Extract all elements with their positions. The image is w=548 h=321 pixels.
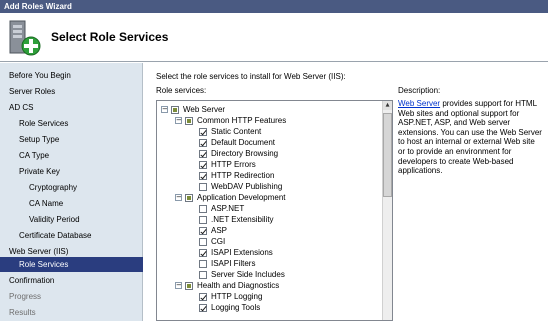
web-server-link[interactable]: Web Server: [398, 99, 440, 108]
nav-confirmation[interactable]: Confirmation: [0, 273, 143, 288]
wizard-header: Select Role Services: [0, 13, 548, 62]
checkbox-logging-tools[interactable]: [199, 303, 207, 312]
up-arrow-icon[interactable]: ▲: [383, 101, 392, 110]
checkbox-cgi[interactable]: [199, 237, 207, 246]
tree-label: Web Server: [183, 105, 226, 114]
scrollbar-thumb[interactable]: [383, 113, 392, 197]
tree-label: Health and Diagnostics: [197, 281, 280, 290]
checkbox-isapi-extensions[interactable]: [199, 248, 207, 257]
nav-adcs-role-services[interactable]: Role Services: [0, 116, 143, 131]
description-body: provides support for HTML Web sites and …: [398, 99, 542, 176]
tree-label: ISAPI Filters: [211, 259, 256, 268]
tree-item-asp[interactable]: ASP: [199, 225, 227, 236]
tree-item-isapi-filters[interactable]: ISAPI Filters: [199, 258, 255, 269]
nav-private-key[interactable]: Private Key: [0, 164, 143, 179]
tree-item-http-redirection[interactable]: HTTP Redirection: [199, 170, 274, 181]
tree-item-isapi-extensions[interactable]: ISAPI Extensions: [199, 247, 273, 258]
nav-ca-name[interactable]: CA Name: [0, 196, 143, 211]
checkbox-http-redirection[interactable]: [199, 171, 207, 180]
checkbox-isapi-filters[interactable]: [199, 259, 207, 268]
checkbox-asp[interactable]: [199, 226, 207, 235]
nav-certificate-database[interactable]: Certificate Database: [0, 228, 143, 243]
main-panel: Select the role services to install for …: [144, 63, 548, 321]
tree-scrollbar[interactable]: ▲: [382, 101, 392, 320]
checkbox-health-diagnostics[interactable]: [185, 281, 193, 290]
tree-label: HTTP Redirection: [211, 171, 275, 180]
tree-label: WebDAV Publishing: [211, 182, 283, 191]
page-title: Select Role Services: [51, 30, 169, 44]
window-title: Add Roles Wizard: [0, 0, 548, 13]
tree-label: Application Development: [197, 193, 286, 202]
tree-item-web-server[interactable]: − Web Server: [161, 104, 225, 115]
nav-setup-type[interactable]: Setup Type: [0, 132, 143, 147]
tree-label: Server Side Includes: [211, 270, 285, 279]
nav-cryptography[interactable]: Cryptography: [0, 180, 143, 195]
tree-item-net-extensibility[interactable]: .NET Extensibility: [199, 214, 274, 225]
tree-item-static-content[interactable]: Static Content: [199, 126, 261, 137]
nav-server-roles[interactable]: Server Roles: [0, 84, 143, 99]
tree-item-directory-browsing[interactable]: Directory Browsing: [199, 148, 278, 159]
checkbox-webdav-publishing[interactable]: [199, 182, 207, 191]
checkbox-server-side-includes[interactable]: [199, 270, 207, 279]
checkbox-net-extensibility[interactable]: [199, 215, 207, 224]
tree-item-http-logging[interactable]: HTTP Logging: [199, 291, 262, 302]
tree-label: CGI: [211, 237, 226, 246]
collapse-icon[interactable]: −: [161, 106, 168, 113]
collapse-icon[interactable]: −: [175, 194, 182, 201]
tree-label: .NET Extensibility: [211, 215, 274, 224]
tree-label: Common HTTP Features: [197, 116, 287, 125]
checkbox-default-document[interactable]: [199, 138, 207, 147]
role-services-label: Role services:: [156, 86, 207, 95]
checkbox-http-errors[interactable]: [199, 160, 207, 169]
description-text: Web Server provides support for HTML Web…: [398, 99, 543, 176]
tree-label: HTTP Errors: [211, 160, 256, 169]
nav-ad-cs[interactable]: AD CS: [0, 100, 143, 115]
nav-results: Results: [9, 308, 36, 317]
checkbox-asp-net[interactable]: [199, 204, 207, 213]
nav-iis-role-services[interactable]: Role Services: [0, 257, 143, 272]
tree-item-application-development[interactable]: − Application Development: [175, 192, 286, 203]
nav-progress: Progress: [9, 292, 42, 301]
tree-label: ASP.NET: [211, 204, 245, 213]
collapse-icon[interactable]: −: [175, 282, 182, 289]
tree-label: Logging Tools: [211, 303, 261, 312]
description-label: Description:: [398, 86, 441, 95]
nav-before-you-begin[interactable]: Before You Begin: [0, 68, 143, 83]
checkbox-application-development[interactable]: [185, 193, 193, 202]
checkbox-common-http[interactable]: [185, 116, 193, 125]
checkbox-web-server[interactable]: [171, 105, 179, 114]
tree-item-cgi[interactable]: CGI: [199, 236, 225, 247]
tree-label: ISAPI Extensions: [211, 248, 273, 257]
nav-validity-period[interactable]: Validity Period: [0, 212, 143, 227]
checkbox-http-logging[interactable]: [199, 292, 207, 301]
tree-item-default-document[interactable]: Default Document: [199, 137, 275, 148]
tree-label: ASP: [211, 226, 228, 235]
role-services-tree[interactable]: − Web Server − Common HTTP Features Stat…: [156, 100, 393, 321]
nav-ca-type[interactable]: CA Type: [0, 148, 143, 163]
tree-item-logging-tools[interactable]: Logging Tools: [199, 302, 260, 313]
tree-item-server-side-includes[interactable]: Server Side Includes: [199, 269, 285, 280]
collapse-icon[interactable]: −: [175, 117, 182, 124]
tree-label: Directory Browsing: [211, 149, 279, 158]
instructions-text: Select the role services to install for …: [156, 72, 346, 81]
tree-item-asp-net[interactable]: ASP.NET: [199, 203, 244, 214]
tree-label: Static Content: [211, 127, 262, 136]
tree-label: Default Document: [211, 138, 276, 147]
tree-item-health-diagnostics[interactable]: − Health and Diagnostics: [175, 280, 279, 291]
tree-item-http-errors[interactable]: HTTP Errors: [199, 159, 256, 170]
tree-label: HTTP Logging: [211, 292, 263, 301]
checkbox-directory-browsing[interactable]: [199, 149, 207, 158]
tree-item-common-http[interactable]: − Common HTTP Features: [175, 115, 286, 126]
server-add-icon: [6, 19, 42, 57]
wizard-steps-sidebar: Before You Begin Server Roles AD CS Role…: [0, 63, 143, 321]
checkbox-static-content[interactable]: [199, 127, 207, 136]
tree-item-webdav-publishing[interactable]: WebDAV Publishing: [199, 181, 282, 192]
